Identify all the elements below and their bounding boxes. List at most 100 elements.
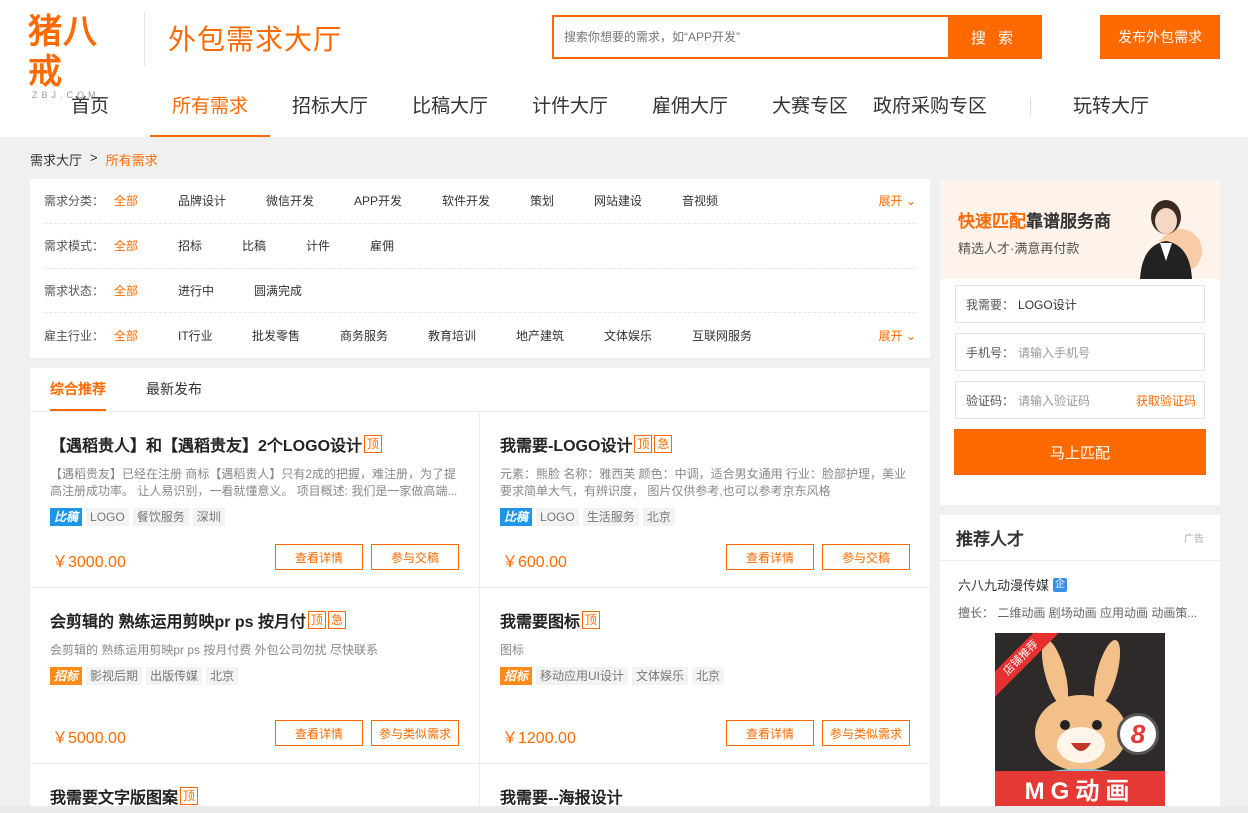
need-field[interactable]: 我需要： LOGO设计 xyxy=(955,285,1205,323)
demand-card[interactable]: 会剪辑的 熟练运用剪映pr ps 按月付 顶 急 会剪辑的 熟练运用剪映pr p… xyxy=(30,588,480,764)
expand-toggle[interactable]: 展开 ⌄ xyxy=(879,327,916,344)
demand-title[interactable]: 我需要--海报设计 xyxy=(500,784,910,808)
search-box: 搜 索 xyxy=(552,15,1042,59)
demand-title[interactable]: 【遇稻贵人】和【遇稻贵友】2个LOGO设计 顶 xyxy=(50,432,459,456)
phone-label: 手机号： xyxy=(966,345,1015,360)
get-code-link[interactable]: 获取验证码 xyxy=(1136,392,1196,409)
filter-option[interactable]: 进行中 xyxy=(178,282,254,299)
filter-option[interactable]: 圆满完成 xyxy=(254,282,318,299)
phone-field[interactable]: 手机号： 请输入手机号 xyxy=(955,333,1205,371)
need-label: 我需要： xyxy=(966,297,1015,312)
logo-divider xyxy=(144,12,145,66)
filter-option[interactable]: 批发零售 xyxy=(252,327,340,344)
tag: 北京 xyxy=(206,667,239,685)
submit-proposal-button[interactable]: 参与交稿 xyxy=(822,544,910,570)
filter-option[interactable]: APP开发 xyxy=(354,192,442,209)
talent-header: 推荐人才 广告 xyxy=(940,515,1220,561)
demand-price: ￥600.00 xyxy=(502,554,567,571)
filter-option[interactable]: 招标 xyxy=(178,237,242,254)
submit-proposal-button[interactable]: 参与交稿 xyxy=(371,544,459,570)
demand-price: ￥5000.00 xyxy=(52,730,126,747)
demand-card[interactable]: 我需要图标 顶 图标 招标 移动应用UI设计 文体娱乐 北京 ￥1200.00 … xyxy=(480,588,930,764)
breadcrumb-current: 所有需求 xyxy=(105,153,158,168)
nav-item-hire-hall[interactable]: 雇佣大厅 xyxy=(630,82,750,137)
filter-option[interactable]: 雇佣 xyxy=(370,237,434,254)
listing-tabs: 综合推荐 最新发布 xyxy=(30,368,930,412)
tag: 文体娱乐 xyxy=(632,667,689,685)
filter-option[interactable]: 音视频 xyxy=(682,192,746,209)
filter-option[interactable]: 全部 xyxy=(114,192,178,209)
tag: 北京 xyxy=(642,508,675,526)
filter-option[interactable]: 品牌设计 xyxy=(178,192,266,209)
view-details-button[interactable]: 查看详情 xyxy=(275,544,363,570)
nav-item-bidding-hall[interactable]: 招标大厅 xyxy=(270,82,390,137)
filter-option[interactable]: 微信开发 xyxy=(266,192,354,209)
tab-recommended[interactable]: 综合推荐 xyxy=(50,368,106,411)
demand-grid: 【遇稻贵人】和【遇稻贵友】2个LOGO设计 顶 【遇稻贵友】已经在注册 商标【遇… xyxy=(30,412,930,813)
breadcrumb-root[interactable]: 需求大厅 xyxy=(30,150,82,169)
card-actions: 查看详情 参与类似需求 xyxy=(726,720,910,746)
verification-code-field[interactable]: 验证码： 请输入验证码 获取验证码 xyxy=(955,381,1205,419)
search-input[interactable] xyxy=(554,17,948,57)
nav-item-competition-zone[interactable]: 大赛专区 xyxy=(750,82,870,137)
tag: 影视后期 xyxy=(86,667,143,685)
ad-label: 广告 xyxy=(1184,534,1204,545)
view-details-button[interactable]: 查看详情 xyxy=(275,720,363,746)
nav-item-all-demands[interactable]: 所有需求 xyxy=(150,82,270,137)
filter-option[interactable]: IT行业 xyxy=(178,327,252,344)
view-details-button[interactable]: 查看详情 xyxy=(726,720,814,746)
talent-name[interactable]: 六八九动漫传媒 企 xyxy=(958,575,1220,594)
nav-item-piecework-hall[interactable]: 计件大厅 xyxy=(510,82,630,137)
demand-tags: 招标 影视后期 出版传媒 北京 xyxy=(50,667,459,685)
top-badge: 顶 xyxy=(634,435,653,453)
filter-option[interactable]: 比稿 xyxy=(242,237,306,254)
demand-title[interactable]: 会剪辑的 熟练运用剪映pr ps 按月付 顶 急 xyxy=(50,608,459,632)
tag: 出版传媒 xyxy=(146,667,203,685)
view-details-button[interactable]: 查看详情 xyxy=(726,544,814,570)
tag: 生活服务 xyxy=(582,508,639,526)
filter-option[interactable]: 教育培训 xyxy=(428,327,516,344)
talent-showcase-image[interactable]: 店铺推荐 8 MG动画 xyxy=(995,633,1165,813)
demand-price: ￥3000.00 xyxy=(52,554,126,571)
filter-option[interactable]: 全部 xyxy=(114,282,178,299)
publish-demand-button[interactable]: 发布外包需求 xyxy=(1100,15,1220,59)
filter-option[interactable]: 地产建筑 xyxy=(516,327,604,344)
quick-match-title-rest: 靠谱服务商 xyxy=(1026,212,1111,231)
demand-tags: 比稿 LOGO 餐饮服务 深圳 xyxy=(50,508,459,526)
match-now-button[interactable]: 马上匹配 xyxy=(954,429,1206,475)
filter-option[interactable]: 全部 xyxy=(114,237,178,254)
filter-option[interactable]: 计件 xyxy=(306,237,370,254)
filter-label: 需求模式： xyxy=(44,239,105,254)
mode-badge: 招标 xyxy=(50,667,83,685)
search-button[interactable]: 搜 索 xyxy=(948,17,1040,57)
filter-option[interactable]: 文体娱乐 xyxy=(604,327,692,344)
filter-row-industry: 雇主行业： 全部 IT行业 批发零售 商务服务 教育培训 地产建筑 文体娱乐 互… xyxy=(44,313,916,358)
chevron-down-icon: ⌄ xyxy=(905,329,916,344)
zbj-logo[interactable]: 猪八戒 ZBJ.COM xyxy=(28,12,124,100)
demand-title[interactable]: 我需要文字版图案 顶 xyxy=(50,784,459,808)
join-similar-button[interactable]: 参与类似需求 xyxy=(371,720,459,746)
demand-card[interactable]: 我需要-LOGO设计 顶 急 元素：熊脸 名称：雅西芙 颜色：中调，适合男女通用… xyxy=(480,412,930,588)
join-similar-button[interactable]: 参与类似需求 xyxy=(822,720,910,746)
nav-item-government-procurement[interactable]: 政府采购专区 xyxy=(870,82,990,137)
filter-option[interactable]: 网站建设 xyxy=(594,192,682,209)
top-header: 猪八戒 ZBJ.COM 外包需求大厅 搜 索 发布外包需求 首页 所有需求 招标… xyxy=(0,0,1248,137)
top-badge: 顶 xyxy=(582,611,601,629)
filter-option[interactable]: 策划 xyxy=(530,192,594,209)
tab-latest[interactable]: 最新发布 xyxy=(146,368,202,411)
expand-toggle[interactable]: 展开 ⌄ xyxy=(879,192,916,209)
filter-option[interactable]: 全部 xyxy=(114,327,178,344)
enterprise-icon: 企 xyxy=(1053,577,1068,592)
nav-item-contest-hall[interactable]: 比稿大厅 xyxy=(390,82,510,137)
filter-option[interactable]: 软件开发 xyxy=(442,192,530,209)
demand-title[interactable]: 我需要图标 顶 xyxy=(500,608,910,632)
main-nav: 首页 所有需求 招标大厅 比稿大厅 计件大厅 雇佣大厅 大赛专区 政府采购专区 … xyxy=(30,82,1171,137)
nav-item-guide[interactable]: 玩转大厅 xyxy=(1051,82,1171,137)
demand-title[interactable]: 我需要-LOGO设计 顶 急 xyxy=(500,432,910,456)
nav-item-home[interactable]: 首页 xyxy=(30,82,150,137)
filter-row-mode: 需求模式： 全部 招标 比稿 计件 雇佣 xyxy=(44,224,916,269)
filter-option[interactable]: 商务服务 xyxy=(340,327,428,344)
filter-option[interactable]: 互联网服务 xyxy=(692,327,756,344)
demand-card[interactable]: 【遇稻贵人】和【遇稻贵友】2个LOGO设计 顶 【遇稻贵友】已经在注册 商标【遇… xyxy=(30,412,480,588)
top-badge: 顶 xyxy=(308,611,327,629)
